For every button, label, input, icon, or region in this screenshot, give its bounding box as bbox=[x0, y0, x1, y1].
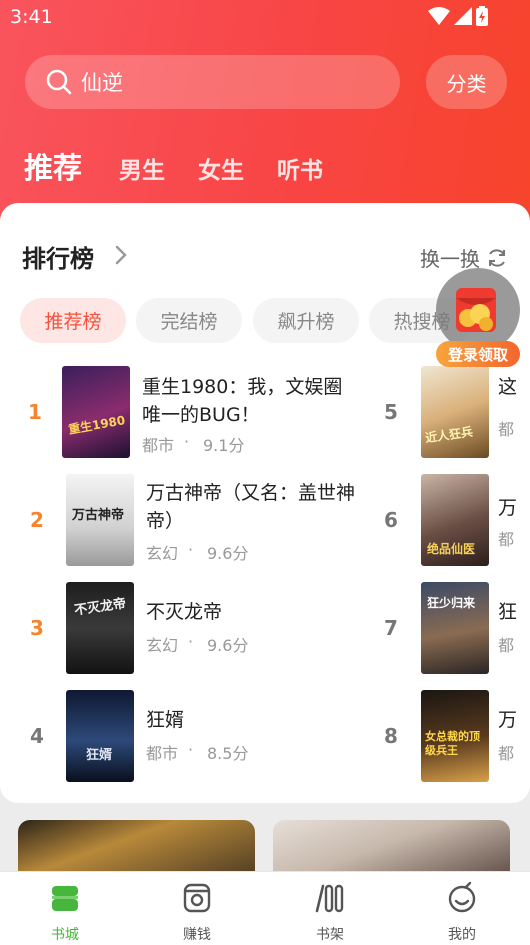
chip-finished[interactable]: 完结榜 bbox=[136, 298, 242, 343]
tab-audio[interactable]: 听书 bbox=[277, 151, 323, 185]
book-title-line2: 帝） bbox=[146, 510, 185, 532]
nav-label: 书架 bbox=[316, 927, 344, 943]
chip-recommend[interactable]: 推荐榜 bbox=[20, 298, 126, 343]
book-score: 9.1分 bbox=[203, 436, 245, 455]
book-score: 9.6分 bbox=[207, 544, 249, 563]
book-genre: 都市 bbox=[146, 744, 179, 763]
book-cover[interactable]: 万古神帝 bbox=[66, 474, 134, 566]
book-title-line1: 万古神帝（又名：盖世神 bbox=[146, 482, 356, 504]
meta-separator: · bbox=[184, 432, 190, 451]
red-envelope-icon bbox=[456, 288, 496, 332]
book-title-clipped: 这 bbox=[498, 376, 518, 398]
rank-number: 3 bbox=[30, 616, 44, 640]
book-title-clipped: 狂 bbox=[498, 601, 518, 623]
bookstore-icon bbox=[52, 886, 78, 911]
chip-rising[interactable]: 飙升榜 bbox=[253, 298, 359, 343]
book-title-line1: 重生1980：我，文娱圈 bbox=[142, 376, 343, 398]
ranking-row[interactable]: 1 重生1980 重生1980：我，文娱圈 唯一的BUG！ 都市 · 9.1分 … bbox=[0, 366, 530, 461]
nav-label: 我的 bbox=[448, 927, 476, 943]
nav-profile[interactable]: 我的 bbox=[422, 880, 502, 944]
nav-earn[interactable]: 赚钱 bbox=[157, 880, 237, 944]
rank-number: 1 bbox=[28, 400, 42, 424]
book-score: 8.5分 bbox=[207, 744, 249, 763]
book-cover[interactable]: 绝品仙医 bbox=[421, 474, 489, 566]
tab-recommend[interactable]: 推荐 bbox=[24, 145, 82, 187]
search-icon bbox=[46, 69, 72, 95]
book-cover[interactable]: 狂婿 bbox=[66, 690, 134, 782]
rank-number: 2 bbox=[30, 508, 44, 532]
book-genre: 玄幻 bbox=[146, 544, 179, 563]
book-title-clipped: 万 bbox=[498, 709, 518, 731]
nav-label: 书城 bbox=[51, 927, 79, 943]
meta-separator: · bbox=[188, 740, 194, 759]
book-title: 不灭龙帝 bbox=[146, 601, 223, 623]
rank-number: 6 bbox=[384, 508, 398, 532]
book-genre-clipped: 都 bbox=[498, 530, 515, 549]
chevron-right-icon[interactable] bbox=[114, 244, 128, 266]
nav-bookstore[interactable]: 书城 bbox=[25, 880, 105, 944]
book-score: 9.6分 bbox=[207, 636, 249, 655]
book-genre-clipped: 都 bbox=[498, 420, 515, 439]
search-input[interactable]: 仙逆 bbox=[25, 55, 400, 109]
promo-float-button[interactable] bbox=[436, 268, 520, 352]
book-genre: 玄幻 bbox=[146, 636, 179, 655]
promo-label[interactable]: 登录领取 bbox=[436, 341, 520, 367]
rank-number: 4 bbox=[30, 724, 44, 748]
book-genre-clipped: 都 bbox=[498, 744, 515, 763]
profile-icon bbox=[448, 881, 476, 913]
meta-separator: · bbox=[188, 632, 194, 651]
top-tabs: 推荐 男生 女生 听书 bbox=[24, 145, 356, 185]
ranking-title[interactable]: 排行榜 bbox=[22, 239, 94, 274]
bookshelf-icon bbox=[315, 884, 344, 913]
ranking-row[interactable]: 3 不灭龙帝 不灭龙帝 玄幻 · 9.6分 7 狂少归来 狂 都 bbox=[0, 582, 530, 677]
status-bar: 3:41 bbox=[0, 0, 530, 36]
book-cover[interactable]: 重生1980 bbox=[62, 366, 130, 458]
rank-number: 8 bbox=[384, 724, 398, 748]
book-genre: 都市 bbox=[142, 436, 175, 455]
ranking-row[interactable]: 4 狂婿 狂婿 都市 · 8.5分 8 女总裁的顶级兵王 万 都 bbox=[0, 690, 530, 785]
tab-male[interactable]: 男生 bbox=[119, 151, 165, 185]
book-cover[interactable]: 女总裁的顶级兵王 bbox=[421, 690, 489, 782]
refresh-icon bbox=[489, 248, 505, 267]
book-cover[interactable]: 近人狂兵 bbox=[421, 366, 489, 458]
nav-bookshelf[interactable]: 书架 bbox=[290, 880, 370, 944]
book-cover[interactable]: 狂少归来 bbox=[421, 582, 489, 674]
status-time: 3:41 bbox=[10, 6, 53, 28]
wifi-icon bbox=[428, 7, 450, 25]
wallet-icon bbox=[183, 883, 211, 913]
book-title-line2: 唯一的BUG！ bbox=[142, 404, 260, 426]
tab-female[interactable]: 女生 bbox=[198, 151, 244, 185]
bottom-nav: 书城 赚钱 书架 我的 bbox=[0, 871, 530, 945]
signal-icon bbox=[454, 7, 472, 25]
nav-label: 赚钱 bbox=[183, 927, 211, 943]
ranking-row[interactable]: 2 万古神帝 万古神帝（又名：盖世神 帝） 玄幻 · 9.6分 6 绝品仙医 万… bbox=[0, 474, 530, 569]
book-title: 狂婿 bbox=[146, 709, 185, 731]
book-title-clipped: 万 bbox=[498, 497, 518, 519]
rank-number: 7 bbox=[384, 616, 398, 640]
book-genre-clipped: 都 bbox=[498, 636, 515, 655]
rank-number: 5 bbox=[384, 400, 398, 424]
book-cover[interactable]: 不灭龙帝 bbox=[66, 582, 134, 674]
search-query: 仙逆 bbox=[81, 71, 123, 95]
category-button[interactable]: 分类 bbox=[426, 55, 507, 109]
battery-icon bbox=[476, 6, 488, 26]
meta-separator: · bbox=[188, 540, 194, 559]
